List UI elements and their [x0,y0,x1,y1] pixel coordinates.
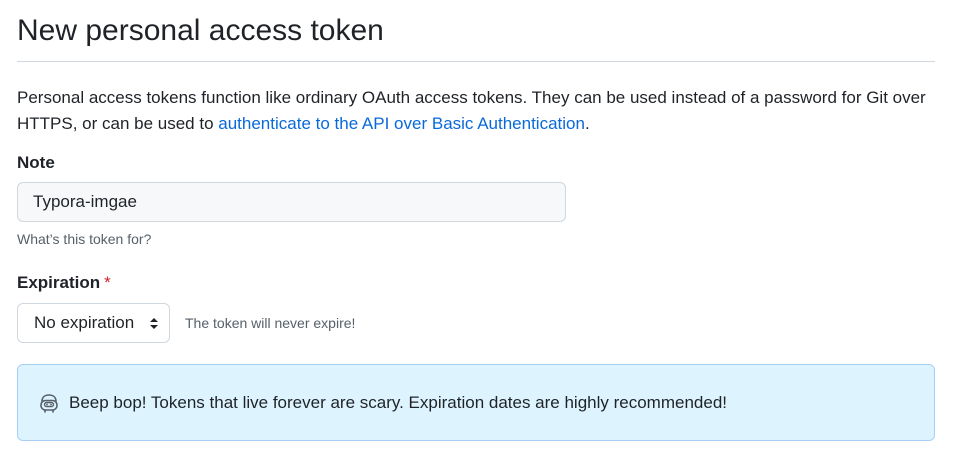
expiration-label: Expiration * [17,272,935,294]
token-form-page: New personal access token Personal acces… [17,0,935,441]
expiration-select[interactable]: No expiration [17,303,170,343]
expiration-note: The token will never expire! [185,315,356,331]
select-arrows-icon [148,315,160,331]
expiration-label-text: Expiration [17,273,101,292]
copilot-bot-icon [38,392,60,414]
note-hint: What’s this token for? [17,231,152,247]
basic-auth-link[interactable]: authenticate to the API over Basic Authe… [218,114,585,133]
intro-paragraph: Personal access tokens function like ord… [17,85,935,137]
required-marker: * [104,273,111,292]
expiration-warning-flash: Beep bop! Tokens that live forever are s… [17,364,935,441]
intro-text-end: . [584,114,590,133]
page-title: New personal access token [17,0,935,62]
expiration-selected-value: No expiration [34,313,135,332]
note-label: Note [17,153,55,172]
expiration-row: No expiration The token will never expir… [17,303,935,343]
note-input[interactable] [17,182,566,222]
flash-message: Beep bop! Tokens that live forever are s… [69,392,728,412]
